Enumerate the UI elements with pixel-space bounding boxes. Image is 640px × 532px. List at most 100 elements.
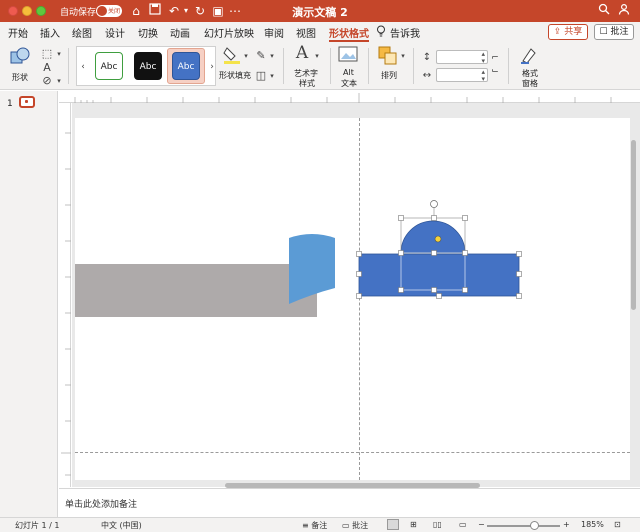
autosave-toggle[interactable]: 关闭 [96, 5, 122, 17]
shape-fill-icon[interactable] [223, 45, 241, 65]
tab-draw[interactable]: 绘图 [72, 25, 92, 42]
zoom-slider-knob[interactable] [530, 521, 539, 530]
account-icon[interactable] [616, 3, 632, 19]
ribbon-divider [368, 48, 369, 84]
resize-handle[interactable] [431, 287, 437, 293]
tab-slideshow[interactable]: 幻灯片放映 [204, 25, 254, 42]
lock-aspect-icon[interactable]: ⌐ ⌙ [490, 52, 500, 78]
tab-transitions[interactable]: 切换 [138, 25, 158, 42]
chevron-down-icon[interactable]: ▾ [55, 46, 63, 62]
fit-to-window-icon[interactable]: ⊡ [614, 520, 621, 529]
gallery-prev-icon[interactable]: ‹ [79, 59, 87, 75]
slideshow-icon[interactable]: ▭ [459, 520, 467, 529]
ribbon: 形状 ⬚ A ⊘ ▾ ▾ ‹ Abc Abc Abc › ▾ 形状填充 ✎ ▾ … [0, 42, 640, 90]
wave-flag-shape[interactable] [289, 234, 335, 304]
zoom-in-icon[interactable]: + [563, 520, 570, 529]
resize-handle[interactable] [462, 250, 468, 256]
tell-me-search[interactable]: 告诉我 [390, 25, 420, 42]
language-status[interactable]: 中文 (中国) [101, 520, 142, 531]
home-icon[interactable]: ⌂ [128, 3, 144, 19]
tab-shape-format[interactable]: 形状格式 [329, 25, 369, 42]
gray-rectangle-shape[interactable] [75, 264, 317, 317]
chevron-down-icon[interactable]: ▾ [268, 48, 276, 64]
share-label: 共享 [564, 27, 583, 37]
resize-handle[interactable] [431, 215, 437, 221]
resize-handle[interactable] [516, 271, 522, 277]
shape-height-icon: ↕ [422, 52, 432, 63]
shape-height-input[interactable]: ▴ ▾ [436, 50, 488, 65]
close-window-button[interactable] [8, 6, 18, 16]
comments-toggle-label: 批注 [352, 521, 369, 530]
zoom-out-icon[interactable]: − [478, 520, 485, 529]
notes-toggle-button[interactable]: ≡ 备注 [302, 520, 327, 531]
save-icon[interactable] [147, 3, 163, 19]
gallery-next-icon[interactable]: › [208, 59, 216, 75]
rotation-handle[interactable] [430, 200, 438, 208]
format-pane-icon[interactable] [519, 45, 539, 65]
reading-view-icon[interactable]: ▯▯ [433, 520, 442, 529]
resize-handle[interactable] [398, 287, 404, 293]
resize-handle[interactable] [398, 215, 404, 221]
resize-handle[interactable] [516, 293, 522, 299]
resize-handle[interactable] [462, 215, 468, 221]
chevron-down-icon[interactable]: ▾ [55, 73, 63, 89]
format-pane-label-line2: 窗格 [522, 79, 538, 88]
slide-thumbnails-panel: 1 [0, 91, 58, 517]
shape-style-blue[interactable]: Abc [172, 52, 200, 80]
customize-toolbar-icon[interactable]: ⋯ [227, 3, 243, 19]
resize-handle[interactable] [431, 250, 437, 256]
resize-handle[interactable] [398, 250, 404, 256]
insert-shapes-icon[interactable] [9, 46, 31, 68]
slide-canvas[interactable] [75, 118, 630, 480]
resize-handle[interactable] [436, 293, 442, 299]
presenter-icon[interactable]: ▣ [210, 3, 226, 19]
wordart-styles-icon[interactable]: A [291, 45, 313, 65]
vertical-scrollbar[interactable] [631, 140, 636, 310]
ribbon-divider [68, 48, 69, 84]
arrange-icon[interactable] [378, 46, 398, 66]
resize-handle[interactable] [356, 251, 362, 257]
slide-thumbnail[interactable] [19, 96, 35, 108]
comments-toggle-button[interactable]: ▭ 批注 [342, 520, 368, 531]
chevron-down-icon[interactable]: ▾ [399, 48, 407, 64]
autosave-state: 关闭 [108, 8, 121, 15]
height-stepper-icon[interactable]: ▴ ▾ [481, 51, 485, 65]
tab-insert[interactable]: 插入 [40, 25, 60, 42]
redo-icon[interactable]: ↻ [192, 3, 208, 19]
notes-pane[interactable]: 单击此处添加备注 [59, 488, 640, 516]
menu-bar: 开始 插入 绘图 设计 切换 动画 幻灯片放映 审阅 视图 形状格式 告诉我 ⇪… [0, 22, 640, 42]
search-icon[interactable] [596, 3, 612, 19]
adjust-handle[interactable] [434, 235, 442, 243]
resize-handle[interactable] [356, 271, 362, 277]
zoom-slider[interactable] [487, 525, 560, 527]
tab-design[interactable]: 设计 [105, 25, 125, 42]
slide-shapes [75, 200, 522, 317]
blue-semicircle-shape[interactable] [400, 220, 466, 254]
chevron-down-icon[interactable]: ▾ [242, 48, 250, 64]
shape-style-outline[interactable]: Abc [95, 52, 123, 80]
chevron-down-icon[interactable]: ▾ [313, 48, 321, 64]
comments-button[interactable]: ☐ 批注 [594, 24, 634, 40]
shape-effects-icon[interactable]: ◫ [254, 68, 268, 84]
tab-review[interactable]: 审阅 [264, 25, 284, 42]
chevron-down-icon[interactable]: ▾ [268, 68, 276, 84]
merge-shapes-icon[interactable]: ⊘ [40, 73, 54, 89]
zoom-level[interactable]: 185% [581, 520, 604, 529]
tab-animations[interactable]: 动画 [170, 25, 190, 42]
normal-view-icon[interactable] [387, 519, 399, 530]
share-button[interactable]: ⇪ 共享 [548, 24, 588, 40]
alt-text-icon[interactable] [338, 46, 358, 64]
resize-handle[interactable] [462, 287, 468, 293]
slide-sorter-icon[interactable]: ⊞ [410, 520, 417, 529]
resize-handle[interactable] [516, 251, 522, 257]
shape-outline-icon[interactable]: ✎ [254, 48, 268, 64]
comment-icon: ☐ [599, 27, 611, 37]
shape-style-dark[interactable]: Abc [134, 52, 162, 80]
tab-view[interactable]: 视图 [296, 25, 316, 42]
shape-width-input[interactable]: ▴ ▾ [436, 68, 488, 83]
resize-handle[interactable] [356, 293, 362, 299]
minimize-window-button[interactable] [22, 6, 32, 16]
width-stepper-icon[interactable]: ▴ ▾ [481, 69, 485, 83]
maximize-window-button[interactable] [36, 6, 46, 16]
tab-home[interactable]: 开始 [8, 25, 28, 42]
